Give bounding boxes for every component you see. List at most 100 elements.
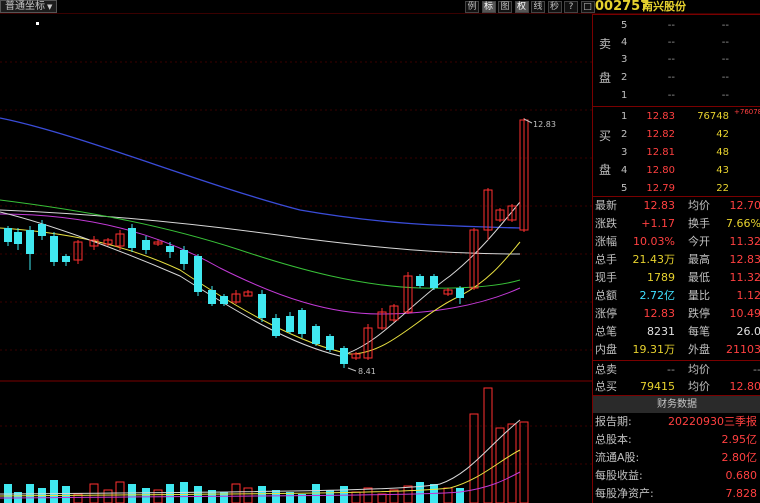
volume-bar-up (519, 421, 529, 503)
level: 2 (621, 72, 628, 83)
toolbar-button-3[interactable]: 权 (514, 1, 529, 13)
candle-body-down (38, 224, 46, 236)
volume: 48 (716, 147, 729, 158)
candle-body-down (312, 326, 320, 344)
candle-body-down (220, 296, 228, 304)
candle-body-down (456, 288, 464, 298)
stat-value: 12.83 (729, 253, 760, 266)
bid-row[interactable]: 5 12.79 22 (593, 180, 760, 197)
stat-row: 涨跌 +1.17 换手 7.66% (593, 215, 760, 232)
volume: 22 (716, 183, 729, 194)
stat-row: 现手 1789 最低 11.32 (593, 269, 760, 286)
stat-value: 8231 (647, 325, 675, 338)
toolbar-button-7[interactable]: □ (580, 1, 595, 13)
volume-bar-down (62, 486, 70, 503)
volume: 76748 (697, 111, 729, 122)
stat-value: -- (667, 363, 675, 376)
level: 2 (621, 129, 628, 140)
stat-label: 总手 (595, 253, 617, 266)
stat-label: 最低 (688, 271, 710, 284)
financial-label: 报告期: (595, 415, 632, 428)
candle-body-down (128, 228, 136, 248)
level: 4 (621, 165, 628, 176)
bid-row[interactable]: 1 12.83 76748 +76078 (593, 108, 760, 125)
toolbar-button-1[interactable]: 标 (481, 1, 496, 13)
volume-bar-up (495, 427, 505, 503)
level: 1 (621, 111, 628, 122)
stock-name: 南兴股份 (642, 0, 686, 13)
volume: -- (721, 54, 729, 65)
stat-value: 79415 (640, 380, 675, 393)
stat-label: 量比 (688, 289, 710, 302)
coordinate-mode-dropdown[interactable]: 普通坐标 ▼ (0, 0, 58, 13)
ask-row[interactable]: 2 -- -- (593, 69, 760, 86)
stat-value: -- (753, 363, 760, 376)
level: 3 (621, 54, 628, 65)
stat-value: 21103 (726, 343, 760, 356)
level: 5 (621, 20, 628, 31)
stat-label: 外盘 (688, 343, 710, 356)
ask-row[interactable]: 5 -- -- (593, 17, 760, 34)
toolbar-button-0[interactable]: 例 (465, 1, 479, 13)
stat-value: 11.32 (729, 235, 760, 248)
volume: 43 (716, 165, 729, 176)
bid-row[interactable]: 2 12.82 42 (593, 126, 760, 143)
stat-label: 跌停 (688, 307, 710, 320)
stat-value: 12.70 (729, 199, 760, 212)
price: -- (667, 20, 675, 31)
candle-body-down (14, 232, 22, 244)
stat-label: 均价 (688, 199, 710, 212)
toolbar-button-2[interactable]: 图 (498, 1, 512, 13)
financial-label: 每股收益: (595, 469, 643, 482)
stat-value: 26.0 (736, 325, 760, 338)
stat-row: 总手 21.43万 最高 12.83 (593, 251, 760, 268)
price: -- (667, 72, 675, 83)
toolbar-button-6[interactable]: ? (564, 1, 578, 13)
order-totals: 总卖 -- 均价 -- 总买 79415 均价 12.80 (593, 361, 760, 395)
financial-data-header[interactable]: 财务数据 (593, 395, 760, 413)
chevron-down-icon: ▼ (47, 3, 53, 11)
candle-body-down (258, 294, 266, 318)
candle-body-down (166, 246, 174, 252)
stat-row: 最新 12.83 均价 12.70 (593, 197, 760, 214)
stat-row: 总笔 8231 每笔 26.0 (593, 323, 760, 340)
ask-row[interactable]: 4 -- -- (593, 34, 760, 51)
financial-row: 每股收益: 0.680 (593, 467, 760, 484)
ask-row[interactable]: 3 -- -- (593, 51, 760, 68)
candle-body-down (194, 256, 202, 292)
volume-bar-up (243, 487, 253, 503)
volume: -- (721, 72, 729, 83)
stat-value: 12.83 (643, 307, 676, 320)
high-price-label: 12.83 (533, 120, 556, 129)
bid-row[interactable]: 3 12.81 48 (593, 144, 760, 161)
stat-label: 总额 (595, 289, 617, 302)
candle-body-down (208, 290, 216, 304)
candle-body-down (416, 276, 424, 286)
kline-chart[interactable]: 12.83 8.41 (0, 14, 592, 503)
toolbar-button-4[interactable]: 线 (531, 1, 545, 13)
candle-body-down (50, 236, 58, 262)
stat-label: 涨停 (595, 307, 617, 320)
volume: -- (721, 20, 729, 31)
bid-book: 买 盘 1 12.83 76748 +76078 2 12.82 42 3 12.81 48 4 12… (593, 107, 760, 197)
bid-row[interactable]: 4 12.80 43 (593, 162, 760, 179)
candle-body-down (286, 316, 294, 332)
stat-value: 10.03% (633, 235, 675, 248)
stat-label: 每笔 (688, 325, 710, 338)
level: 3 (621, 147, 628, 158)
ask-row[interactable]: 1 -- -- (593, 87, 760, 104)
stat-label: 最新 (595, 199, 617, 212)
stat-value: 19.31万 (632, 343, 676, 356)
volume-bar-down (50, 480, 58, 503)
cursor-dot (36, 22, 39, 25)
toolbar-button-5[interactable]: 秒 (547, 1, 562, 13)
stat-value: 1.12 (736, 289, 760, 302)
financial-row: 报告期: 20220930三季报 (593, 413, 760, 430)
low-marker-line (347, 367, 357, 372)
stat-row: 涨幅 10.03% 今开 11.32 (593, 233, 760, 250)
quote-panel: 卖 盘 5 -- -- 4 -- -- 3 -- -- 2 -- -- 1 -- -- 买 盘 1 12.83… (592, 14, 760, 503)
financial-label: 总股本: (595, 433, 632, 446)
financial-value: 20220930三季报 (668, 415, 757, 428)
level: 4 (621, 37, 628, 48)
candle-body-down (326, 336, 334, 350)
